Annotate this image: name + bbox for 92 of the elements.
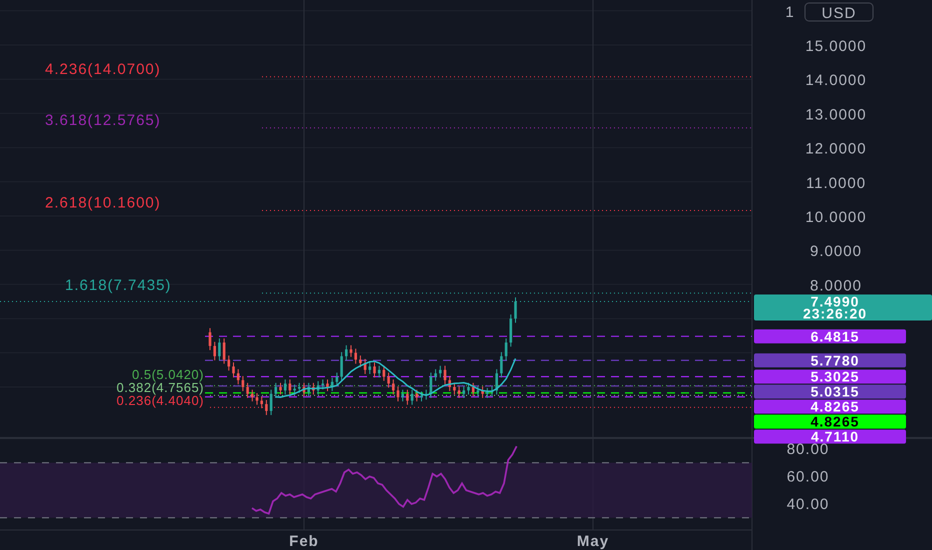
candlestick — [486, 388, 489, 398]
fib-level-label: 4.236(14.0700) — [45, 60, 161, 78]
candlestick — [236, 368, 240, 385]
candlestick — [322, 378, 324, 390]
candlestick — [378, 365, 380, 378]
candlestick — [504, 338, 508, 361]
candlestick — [444, 365, 446, 385]
candlestick — [406, 389, 409, 406]
time-axis-label: May — [576, 533, 610, 550]
candlestick — [274, 382, 278, 398]
candlestick — [345, 344, 348, 361]
candlestick — [453, 382, 456, 396]
candlestick — [434, 368, 437, 382]
candlestick — [396, 386, 400, 402]
candlestick — [495, 368, 498, 396]
candlestick — [208, 328, 212, 351]
candlestick — [458, 386, 460, 398]
candlestick — [350, 344, 352, 358]
price-axis-label: 9.0000 — [810, 243, 862, 260]
candlestick — [242, 376, 244, 392]
price-axis-label: 8.0000 — [810, 277, 862, 294]
candlestick — [326, 378, 329, 392]
candlestick — [228, 355, 230, 372]
candlestick — [336, 372, 338, 386]
candlestick — [420, 390, 423, 402]
candlestick — [359, 355, 362, 368]
rsi-axis-label: 60.00 — [786, 468, 830, 486]
candlestick — [330, 377, 334, 392]
candlestick — [490, 386, 494, 397]
price-tag: 4.7110 — [754, 428, 906, 445]
candlestick — [424, 389, 428, 400]
candlestick — [284, 378, 286, 396]
price-tag: 6.4815 — [754, 328, 906, 344]
candlestick — [251, 389, 254, 402]
fib-level-label: 3.618(12.5765) — [45, 112, 161, 129]
fib-level-label: 1.618(7.7435) — [65, 277, 172, 294]
candlestick — [373, 362, 376, 378]
candlestick — [279, 382, 282, 396]
price-axis-label: 12.0000 — [805, 140, 867, 158]
candlestick — [354, 348, 357, 364]
candlestick — [232, 362, 235, 378]
currency-button[interactable]: USD — [804, 2, 874, 22]
candlestick — [265, 400, 268, 416]
candlestick — [316, 380, 320, 396]
candlestick — [307, 382, 310, 397]
candlestick — [401, 389, 404, 402]
candlestick — [256, 392, 258, 406]
candlestick — [430, 372, 432, 398]
candlestick — [476, 386, 480, 397]
candlestick — [312, 382, 315, 396]
candlestick — [368, 362, 372, 374]
candlestick — [246, 382, 249, 398]
candlestick — [387, 372, 390, 388]
candlestick — [364, 358, 366, 374]
candlestick — [298, 382, 301, 394]
price-tag: 7.4990 23:26:20 — [754, 294, 932, 322]
candlestick — [392, 378, 395, 396]
candlestick — [340, 352, 343, 382]
candlestick — [288, 378, 292, 396]
rsi-axis-label: 40.00 — [786, 496, 830, 513]
candlestick — [222, 338, 226, 364]
candlestick — [416, 389, 418, 402]
candlestick — [500, 352, 503, 378]
candlestick — [448, 376, 451, 392]
price-tag: 5.7780 — [754, 352, 906, 368]
candlestick — [467, 382, 470, 396]
time-axis-label: Feb — [289, 533, 319, 550]
candlestick — [481, 386, 484, 398]
price-axis-label: 14.0000 — [805, 72, 867, 90]
candlestick — [213, 341, 216, 361]
candlestick — [270, 389, 272, 416]
price-axis-label: 10.0000 — [805, 209, 867, 226]
candlestick — [510, 314, 512, 348]
candlestick — [382, 365, 386, 382]
candlestick — [439, 365, 442, 378]
price-axis-label: 13.0000 — [805, 106, 867, 124]
candlestick — [260, 396, 263, 409]
price-tag: 4.8265 — [754, 414, 906, 430]
price-axis-label: 11.0000 — [806, 174, 866, 192]
candlestick — [302, 382, 306, 397]
price-axis-label: 1 — [785, 4, 795, 21]
price-tag: 4.8265 — [754, 398, 906, 415]
price-axis-label: 15.0000 — [805, 38, 867, 55]
fib-level-label: 0.5(5.0420) — [132, 367, 204, 382]
price-tag: 5.0315 — [754, 384, 906, 400]
candlestick — [462, 386, 466, 398]
candlestick — [472, 382, 474, 397]
price-tag: 5.3025 — [754, 368, 906, 385]
candlestick — [410, 389, 414, 406]
candlestick — [293, 384, 296, 396]
candlestick — [218, 338, 221, 361]
fib-level-label: 2.618(10.1600) — [45, 194, 161, 212]
